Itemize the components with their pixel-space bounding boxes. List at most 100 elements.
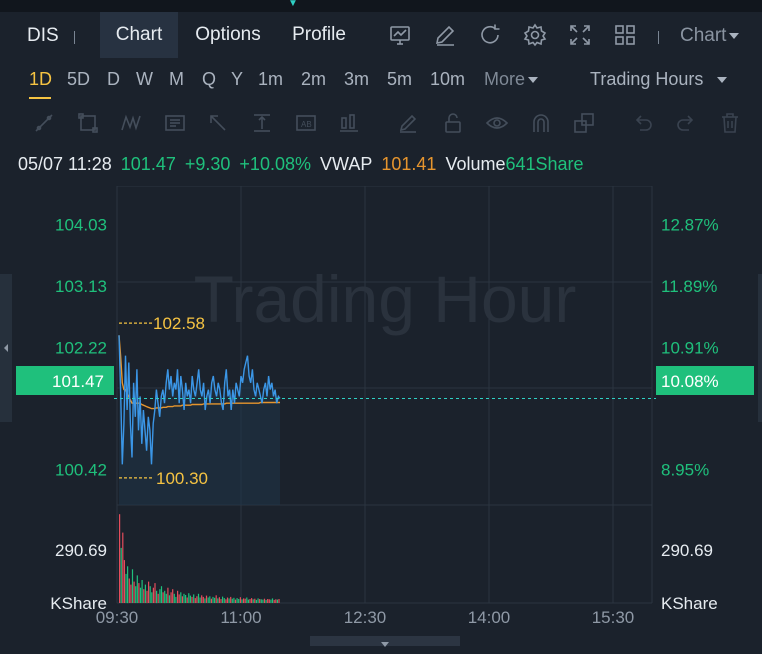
session-label: Trading Hours	[590, 69, 704, 89]
time-axis: 09:30 11:00 12:30 14:00 15:30	[96, 608, 635, 627]
chevron-down-icon	[717, 77, 728, 84]
volume-bar	[151, 592, 153, 603]
right-panel-handle[interactable]	[758, 274, 762, 422]
ticker-symbol: DIS	[27, 25, 59, 46]
volume-bar	[178, 594, 180, 603]
volume-bar	[270, 599, 272, 603]
timeframe-1d[interactable]: 1D	[29, 69, 52, 90]
drawing-toolbar: AB	[0, 100, 762, 146]
volume-bar	[215, 595, 217, 603]
tab-options[interactable]: Options	[182, 12, 274, 58]
timeframe-year[interactable]: Y	[231, 69, 243, 90]
timeframe-1m[interactable]: 1m	[258, 69, 283, 90]
time-axis-label: 12:30	[344, 608, 387, 627]
volume-bar	[278, 599, 280, 603]
quote-datetime: 05/07 11:28	[18, 154, 112, 174]
tab-profile[interactable]: Profile	[280, 12, 358, 58]
chart-type-label: Chart	[680, 25, 727, 46]
volume-bar	[156, 590, 158, 604]
volume-bar	[247, 599, 249, 603]
tab-chart[interactable]: Chart	[100, 12, 178, 58]
redo-icon[interactable]	[675, 112, 697, 134]
volume-bar	[167, 587, 169, 603]
vwap-value: 101.41	[381, 154, 437, 174]
duplicate-icon[interactable]	[573, 112, 595, 134]
volume-bar	[185, 595, 187, 603]
price-axis-label: 104.03	[55, 216, 107, 235]
volume-bars	[119, 514, 280, 604]
bar-measure-icon[interactable]	[338, 112, 360, 134]
bottom-panel-handle[interactable]	[310, 636, 460, 647]
timeframe-quarter[interactable]: Q	[202, 69, 216, 90]
volume-bar	[244, 598, 246, 603]
volume-bar	[136, 575, 138, 603]
volume-bar	[160, 586, 163, 603]
volume-label: Volume	[445, 154, 506, 174]
chevron-down-icon	[528, 77, 539, 84]
timeframe-week[interactable]: W	[136, 69, 153, 90]
lock-icon[interactable]	[442, 112, 464, 134]
grid-layout-icon[interactable]	[613, 23, 637, 47]
session-dropdown[interactable]: Trading Hours	[590, 69, 728, 90]
settings-icon[interactable]	[523, 23, 547, 47]
fullscreen-icon[interactable]	[568, 23, 592, 47]
indicator-icon[interactable]	[388, 23, 412, 47]
svg-text:AB: AB	[301, 120, 312, 129]
rectangle-icon[interactable]	[77, 112, 99, 134]
volume-bar	[233, 597, 235, 603]
magnet-icon[interactable]	[530, 112, 552, 134]
annotation-icon[interactable]: AB	[295, 112, 317, 134]
timeframe-5m[interactable]: 5m	[387, 69, 412, 90]
volume-bar	[234, 599, 237, 603]
intraday-price-chart[interactable]: Trading Hour 102.58 100.30 104.03103.131…	[0, 186, 762, 646]
volume-bar	[209, 596, 211, 603]
volume-bar	[273, 599, 275, 603]
time-axis-label: 11:00	[220, 608, 261, 627]
volume-bar	[223, 598, 225, 603]
price-range-icon[interactable]	[251, 112, 273, 134]
header-divider	[74, 31, 75, 44]
volume-bar	[168, 595, 171, 603]
volume-bar	[265, 599, 267, 603]
trash-icon[interactable]	[719, 112, 741, 134]
draw-icon[interactable]	[433, 23, 457, 47]
volume-bar	[220, 599, 222, 603]
pct-axis-label: 10.91%	[661, 339, 719, 358]
timeframe-2m[interactable]: 2m	[301, 69, 326, 90]
undo-icon[interactable]	[632, 112, 654, 134]
left-panel-handle[interactable]	[0, 274, 12, 422]
volume-bar	[180, 592, 182, 603]
volume-bar	[154, 583, 156, 603]
text-note-icon[interactable]	[164, 112, 186, 134]
chart-type-dropdown[interactable]: Chart	[680, 25, 740, 47]
caret-marker-icon: ▼	[288, 0, 298, 9]
volume-bar	[148, 581, 150, 603]
pen-icon[interactable]	[397, 112, 419, 134]
eye-icon[interactable]	[486, 112, 508, 134]
volume-bar	[249, 599, 251, 603]
volume-bar	[157, 593, 159, 603]
more-timeframes-dropdown[interactable]: More	[484, 69, 539, 90]
header-bar: DIS Chart Options Profile Chart	[0, 12, 762, 58]
volume-bar	[238, 599, 240, 603]
volume-bar	[217, 598, 219, 603]
timeframe-10m[interactable]: 10m	[430, 69, 465, 90]
timeframe-5d[interactable]: 5D	[67, 69, 90, 90]
timeframe-month[interactable]: M	[169, 69, 184, 90]
quote-change: +9.30	[184, 154, 231, 174]
volume-bar	[175, 596, 177, 603]
volume-bar	[263, 598, 266, 603]
timeframe-bar: 1D 5D D W M Q Y 1m 2m 3m 5m 10m More Tra…	[0, 58, 762, 100]
arrow-icon[interactable]	[207, 112, 229, 134]
pattern-icon[interactable]	[120, 112, 142, 134]
timeframe-day[interactable]: D	[107, 69, 120, 90]
volume-bar	[226, 597, 229, 603]
refresh-icon[interactable]	[478, 23, 502, 47]
volume-bar	[152, 587, 154, 603]
volume-bar	[212, 596, 214, 603]
trendline-icon[interactable]	[33, 112, 55, 134]
timeframe-3m[interactable]: 3m	[344, 69, 369, 90]
low-marker-label: 100.30	[156, 469, 208, 488]
volume-bar	[123, 560, 125, 603]
current-price-tag: 101.47	[52, 372, 104, 391]
